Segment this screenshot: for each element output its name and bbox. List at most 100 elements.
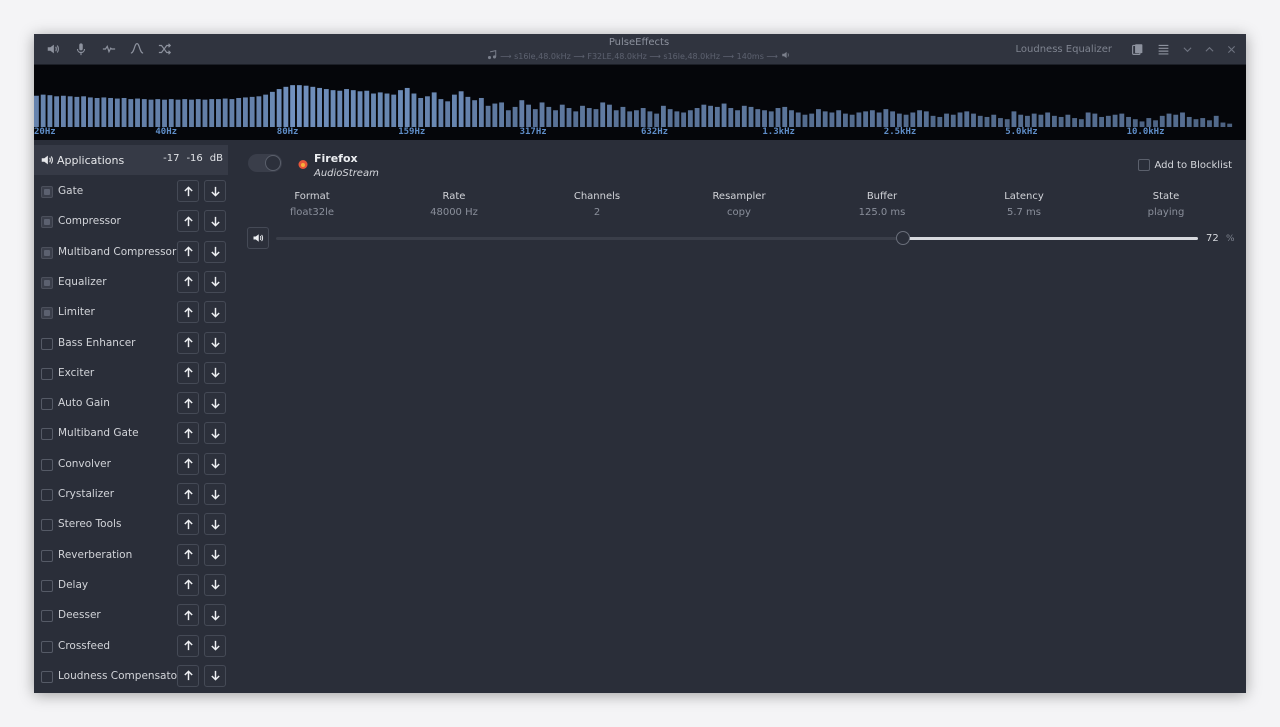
plugin-checkbox[interactable] [41,246,53,259]
arrow-down-icon [210,337,220,348]
plugin-row[interactable]: Bass Enhancer [34,330,232,358]
move-down-button[interactable] [204,240,226,263]
move-up-button[interactable] [177,301,199,324]
plugin-checkbox[interactable] [41,398,53,411]
spectrum-bars [34,85,1233,127]
plugin-checkbox[interactable] [41,549,53,562]
spectrum-bar [364,90,370,127]
preset-name[interactable]: Loudness Equalizer [1016,44,1113,55]
move-down-button[interactable] [204,270,226,293]
volume-slider-handle[interactable] [896,231,911,245]
spectrum-bar [478,97,484,127]
move-down-button[interactable] [204,634,226,657]
presets-icon[interactable] [1128,40,1146,58]
plugin-checkbox[interactable] [41,367,53,380]
plugin-checkbox[interactable] [41,579,53,592]
plugin-row[interactable]: Deesser [34,602,232,630]
plugin-checkbox[interactable] [41,307,53,320]
spectrum-bar [1038,114,1044,127]
move-down-button[interactable] [204,422,226,445]
move-up-button[interactable] [177,483,199,505]
add-to-blocklist[interactable]: Add to Blocklist [1137,159,1233,171]
move-down-button[interactable] [204,573,226,596]
spectrum-bar [714,106,720,127]
plugin-row[interactable]: Crystalizer [34,481,232,509]
plugin-row[interactable]: Stereo Tools [34,511,232,539]
spectrum-bar [337,90,343,127]
move-down-button[interactable] [204,543,226,566]
move-up-button[interactable] [177,634,199,657]
plugin-checkbox[interactable] [41,670,53,683]
move-down-button[interactable] [204,392,226,415]
plugin-row[interactable]: Gate [34,178,232,206]
minimize-icon[interactable] [1180,40,1194,58]
blocklist-label: Add to Blocklist [1154,159,1233,171]
plugin-checkbox[interactable] [41,458,53,471]
spectrum-bar [856,112,862,127]
move-up-button[interactable] [177,392,199,415]
move-up-button[interactable] [177,543,199,566]
move-down-button[interactable] [204,513,226,536]
move-up-button[interactable] [177,210,199,233]
applications-row[interactable]: Applications -17 -16 dB [34,145,228,175]
plugin-row[interactable]: Convolver [34,451,232,479]
move-up-button[interactable] [177,361,199,384]
move-down-button[interactable] [204,361,226,384]
move-up-button[interactable] [177,331,199,354]
move-down-button[interactable] [204,210,226,233]
plugin-row[interactable]: Multiband Gate [34,420,232,448]
plugin-row[interactable]: Delay [34,572,232,600]
spectrum-bar [162,99,167,127]
close-icon[interactable] [1224,40,1238,58]
plugin-checkbox[interactable] [41,640,53,653]
plugin-checkbox[interactable] [41,489,53,501]
waveform-icon[interactable] [100,40,118,58]
microphone-icon[interactable] [72,40,90,58]
plugin-checkbox[interactable] [41,610,53,623]
move-down-button[interactable] [204,604,226,627]
curve-icon[interactable] [128,40,146,58]
plugin-checkbox[interactable] [41,186,53,198]
plugin-row[interactable]: Exciter [34,360,232,388]
move-up-button[interactable] [177,513,199,536]
plugin-row[interactable]: Limiter [34,299,232,327]
stream-enable-switch[interactable] [248,154,282,172]
plugin-row[interactable]: Compressor [34,208,232,236]
move-up-button[interactable] [177,422,199,445]
move-up-button[interactable] [177,573,199,596]
plugin-row[interactable]: Reverberation [34,542,232,570]
spectrum-bar [283,86,289,127]
move-up-button[interactable] [177,270,199,293]
plugin-checkbox[interactable] [41,216,53,229]
blocklist-checkbox[interactable] [1137,159,1150,171]
speaker-output-icon[interactable] [44,40,62,58]
move-down-button[interactable] [204,452,226,475]
maximize-icon[interactable] [1202,40,1216,58]
move-up-button[interactable] [177,452,199,475]
plugin-row[interactable]: Equalizer [34,269,232,297]
move-up-button[interactable] [177,180,199,202]
plugin-row[interactable]: Auto Gain [34,390,232,418]
move-down-button[interactable] [204,483,226,505]
plugin-checkbox[interactable] [41,337,53,350]
plugin-checkbox[interactable] [41,519,53,532]
plugin-checkbox[interactable] [41,428,53,441]
plugin-row[interactable]: Crossfeed [34,633,232,661]
spectrum-bar [876,112,882,127]
plugin-checkbox[interactable] [41,276,53,289]
spectrum-bar [195,99,201,127]
plugin-row[interactable]: Loudness Compensator [34,663,232,691]
plugin-row[interactable]: Multiband Compressor [34,239,232,267]
menu-icon[interactable] [1154,40,1172,58]
move-down-button[interactable] [204,331,226,354]
move-up-button[interactable] [177,664,199,687]
move-up-button[interactable] [177,240,199,263]
move-up-button[interactable] [177,604,199,627]
shuffle-icon[interactable] [156,40,174,58]
mute-button[interactable] [247,227,269,249]
move-down-button[interactable] [204,664,226,687]
move-down-button[interactable] [204,180,226,202]
plugin-label: Auto Gain [58,397,110,410]
arrow-down-icon [210,671,220,681]
move-down-button[interactable] [204,301,226,324]
